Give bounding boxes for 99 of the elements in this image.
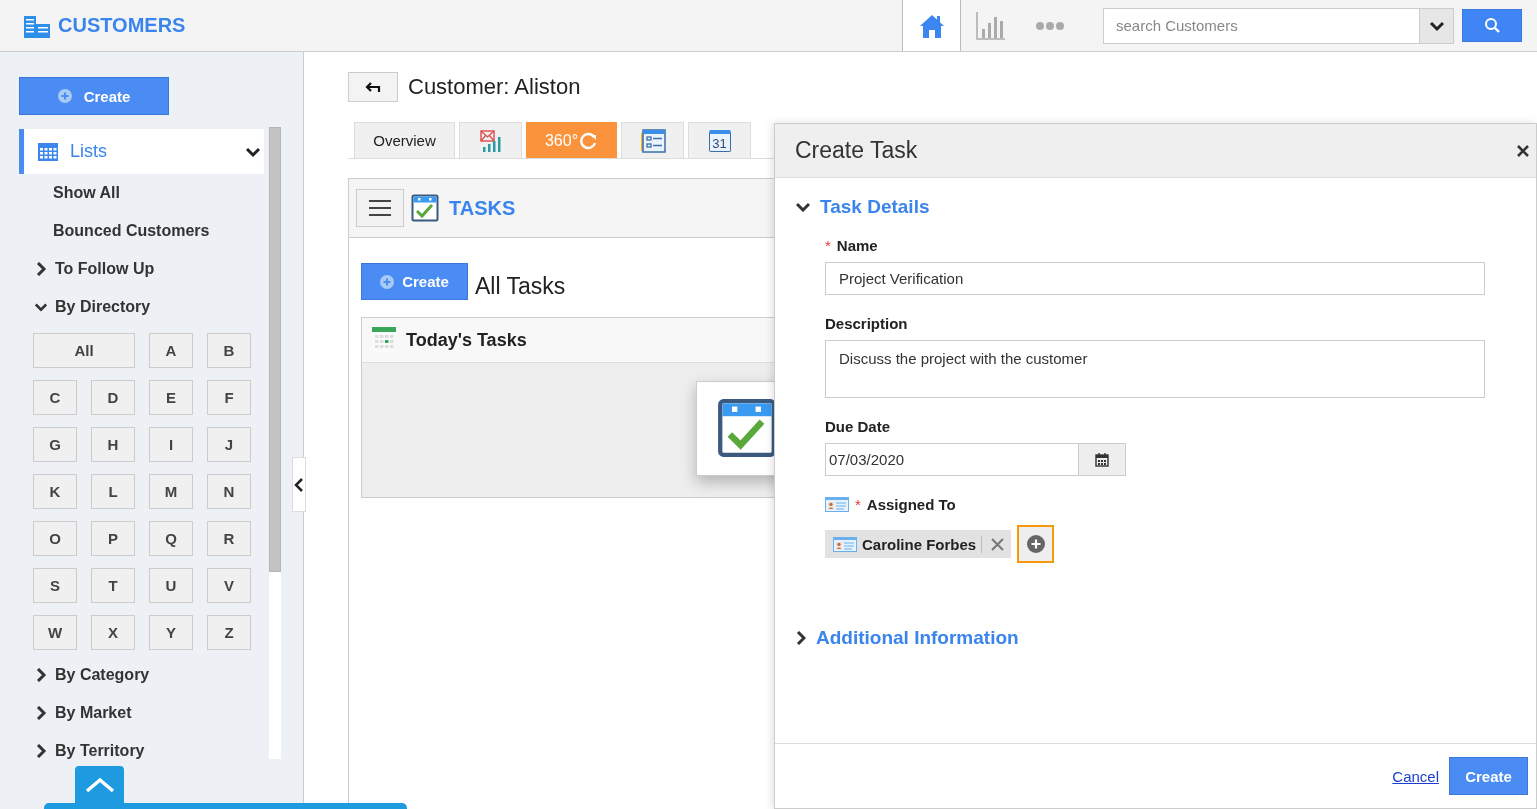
text-field[interactable]: Project Verification	[825, 262, 1485, 295]
calendar-grid-icon	[38, 142, 58, 161]
letter-button[interactable]: C	[33, 380, 77, 415]
bar-chart-icon	[975, 10, 1006, 41]
letter-button[interactable]: Z	[207, 615, 251, 650]
field-label: Name	[836, 236, 878, 254]
letter-button[interactable]: T	[91, 568, 135, 603]
chevron-right-icon	[35, 262, 47, 276]
close-icon	[1516, 143, 1530, 158]
back-arrow-icon	[365, 81, 381, 93]
letter-button[interactable]: F	[207, 380, 251, 415]
sidebar-item[interactable]: Bounced Customers	[19, 212, 264, 250]
field-label: Assigned To	[866, 495, 956, 513]
record-title: Customer: Aliston	[408, 74, 581, 100]
calendar-icon	[1095, 452, 1109, 467]
calendar-button[interactable]	[1079, 443, 1126, 476]
search-field[interactable]: search Customers	[1103, 7, 1419, 44]
tab[interactable]: Overview	[354, 122, 455, 158]
sidebar-group[interactable]: By Territory	[19, 732, 264, 769]
section-title: TASKS	[449, 196, 516, 220]
task-calendar-icon	[411, 194, 439, 222]
assignee-chip[interactable]: Caroline Forbes	[825, 530, 1012, 558]
list-title: All Tasks	[475, 272, 566, 300]
tab[interactable]: 31	[688, 122, 751, 158]
letter-button[interactable]: Y	[149, 615, 193, 650]
chevron-down-icon	[35, 302, 47, 312]
letter-button[interactable]: G	[33, 427, 77, 462]
more-icon	[1035, 20, 1064, 31]
letter-button[interactable]: M	[149, 474, 193, 509]
sidebar-item[interactable]: Show All	[19, 174, 264, 212]
sidebar-group[interactable]: By Directory	[19, 288, 264, 326]
close-icon	[990, 536, 1006, 552]
section-toggle[interactable]: Additional Information	[796, 625, 1019, 650]
dialog-title: Create Task	[795, 137, 919, 164]
sidebar-group[interactable]: By Market	[19, 694, 264, 732]
letter-button[interactable]: P	[91, 521, 135, 556]
letter-button[interactable]: B	[207, 333, 251, 368]
form-icon	[639, 128, 666, 153]
scrollbar[interactable]	[269, 127, 281, 759]
assignee-name: Caroline Forbes	[862, 535, 983, 553]
letter-button[interactable]: R	[207, 521, 251, 556]
chevron-right-icon	[35, 706, 47, 720]
chevron-right-icon	[796, 630, 806, 645]
menu-button[interactable]	[356, 189, 404, 227]
sidebar-group[interactable]: To Follow Up	[19, 250, 264, 288]
contact-card-icon	[825, 496, 849, 512]
search-button[interactable]	[1462, 9, 1522, 42]
letter-button[interactable]: V	[207, 568, 251, 603]
calendar-icon: 31	[708, 129, 731, 152]
section-toggle[interactable]: Task Details	[796, 194, 930, 219]
back-button[interactable]	[348, 72, 398, 102]
letter-button[interactable]: Q	[149, 521, 193, 556]
mail-chart-icon	[479, 129, 502, 152]
text-area[interactable]: Discuss the project with the customer	[825, 340, 1485, 398]
letter-button[interactable]: All	[33, 333, 135, 368]
letter-button[interactable]: U	[149, 568, 193, 603]
cancel-link[interactable]: Cancel	[1392, 767, 1439, 785]
tab[interactable]	[459, 122, 522, 158]
chevron-right-icon	[35, 744, 47, 758]
contact-card-icon	[833, 536, 857, 552]
letter-button[interactable]: K	[33, 474, 77, 509]
required-mark: *	[855, 495, 861, 513]
chevron-right-icon	[35, 668, 47, 682]
letter-button[interactable]: O	[33, 521, 77, 556]
date-field[interactable]: 07/03/2020	[825, 443, 1079, 476]
app-title: CUSTOMERS	[58, 14, 186, 37]
scrollbar-thumb[interactable]	[269, 127, 281, 572]
lists-item[interactable]: Lists	[19, 129, 264, 174]
plus-icon	[1026, 535, 1045, 553]
search-icon	[1483, 17, 1501, 34]
collapse-handle[interactable]	[292, 457, 306, 512]
letter-button[interactable]: A	[149, 333, 193, 368]
field-label: Due Date	[825, 417, 891, 435]
field-label: Description	[825, 314, 908, 332]
dropdown-button[interactable]	[1419, 7, 1454, 44]
letter-button[interactable]: W	[33, 615, 77, 650]
chevron-up-icon	[84, 776, 115, 794]
menu-icon	[369, 199, 391, 217]
plus-icon	[57, 89, 72, 103]
sidebar-group[interactable]: By Category	[19, 656, 264, 694]
chevron-left-icon	[294, 477, 304, 492]
letter-button[interactable]: I	[149, 427, 193, 462]
letter-button[interactable]: J	[207, 427, 251, 462]
letter-button[interactable]: E	[149, 380, 193, 415]
scroll-up-button[interactable]	[75, 766, 124, 804]
letter-button[interactable]: D	[91, 380, 135, 415]
add-button[interactable]	[1017, 525, 1055, 563]
tab[interactable]	[621, 122, 684, 158]
refresh-icon	[580, 131, 599, 150]
letter-button[interactable]: L	[91, 474, 135, 509]
letter-button[interactable]: H	[91, 427, 135, 462]
list-heading: Today's Tasks	[406, 329, 527, 351]
letter-button[interactable]: X	[91, 615, 135, 650]
letter-button[interactable]: N	[207, 474, 251, 509]
plus-icon	[380, 274, 395, 289]
required-mark: *	[825, 236, 831, 254]
letter-button[interactable]: S	[33, 568, 77, 603]
chevron-down-icon	[796, 201, 810, 212]
nav-button[interactable]	[902, 0, 961, 51]
